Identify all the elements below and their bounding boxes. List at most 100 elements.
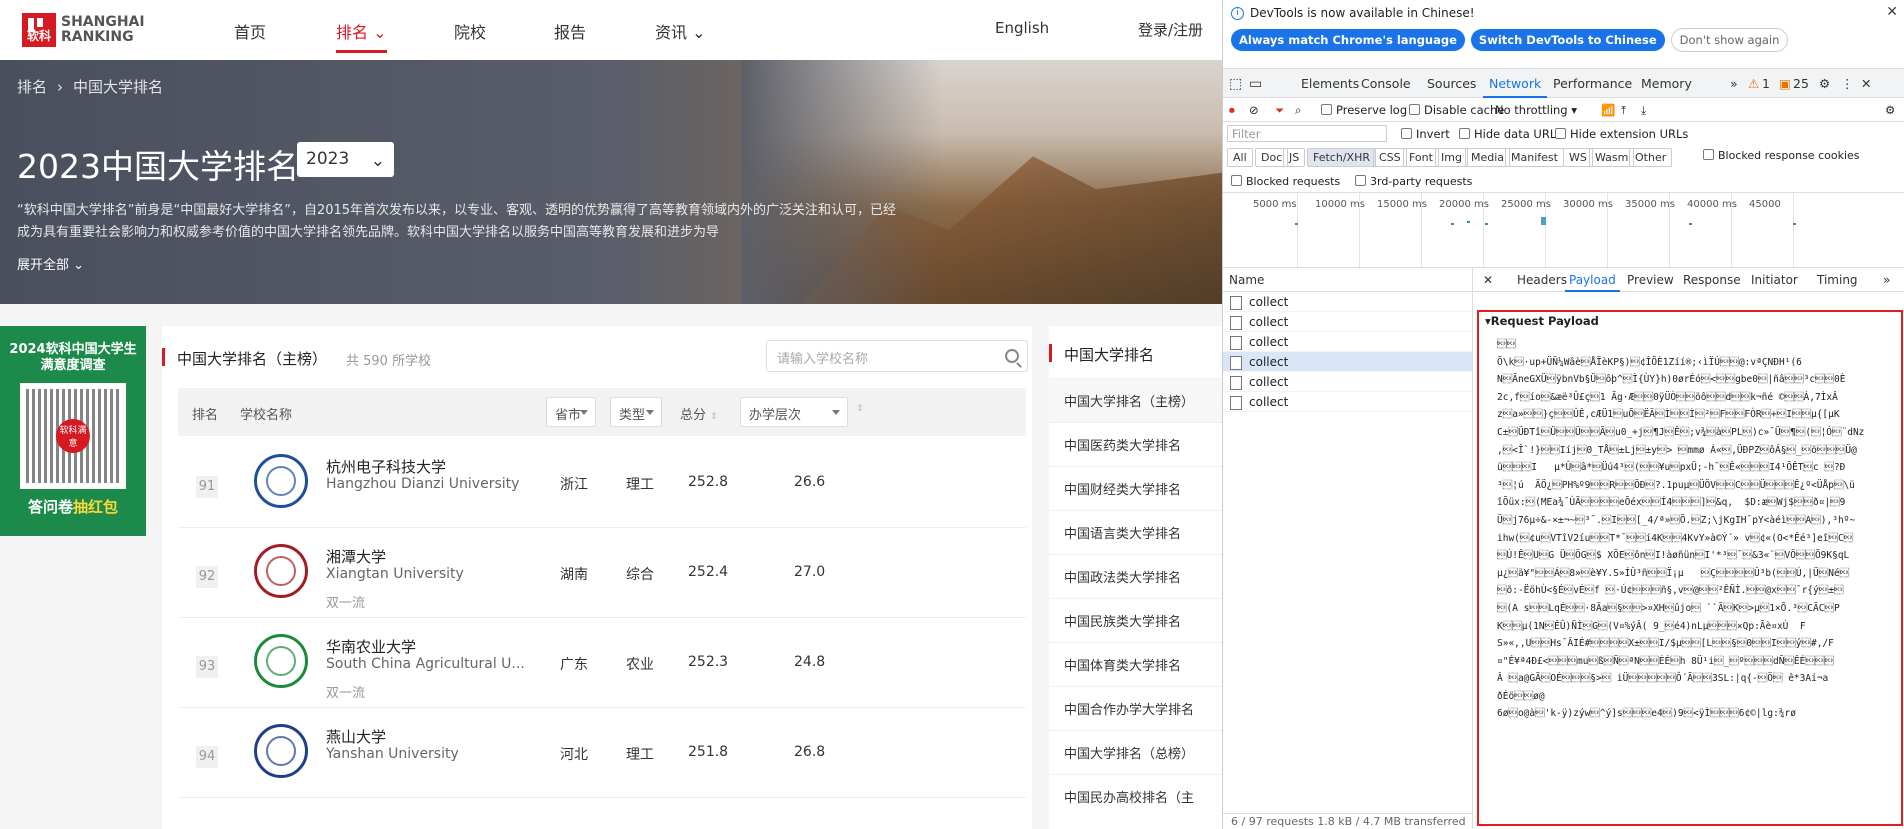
request-row[interactable]: collect bbox=[1223, 312, 1472, 332]
type-filter-all[interactable]: All bbox=[1227, 148, 1253, 167]
blocked-requests-checkbox[interactable]: Blocked requests bbox=[1231, 175, 1340, 188]
logo[interactable]: 软科 SHANGHAI RANKING bbox=[22, 13, 145, 47]
table-row[interactable]: 94 燕山大学 Yanshan University 河北 理工 251.8 26.8 bbox=[178, 708, 1026, 798]
detail-tab-response[interactable]: Response bbox=[1683, 273, 1741, 287]
request-row[interactable]: collect bbox=[1223, 392, 1472, 412]
dont-show-button[interactable]: Don't show again bbox=[1670, 28, 1789, 52]
sidebar-item[interactable]: 中国民族类大学排名 bbox=[1049, 598, 1222, 642]
language-link[interactable]: English bbox=[995, 19, 1049, 37]
sidebar-item[interactable]: 中国财经类大学排名 bbox=[1049, 466, 1222, 510]
close-detail-icon[interactable]: ✕ bbox=[1483, 273, 1493, 287]
type-filter-fetchxhr[interactable]: Fetch/XHR bbox=[1307, 148, 1376, 167]
table-row[interactable]: 91 杭州电子科技大学 Hangzhou Dianzi University 浙江 理工… bbox=[178, 438, 1026, 528]
detail-tab-timing[interactable]: Timing bbox=[1817, 273, 1858, 287]
university-name[interactable]: 湘潭大学 bbox=[326, 546, 386, 567]
sidebar-item[interactable]: 中国大学排名（总榜） bbox=[1049, 730, 1222, 774]
type-filter-js[interactable]: JS bbox=[1283, 148, 1306, 167]
blocked-cookies-checkbox[interactable]: Blocked response cookies bbox=[1703, 149, 1860, 162]
more-tabs-icon[interactable]: » bbox=[1730, 76, 1738, 91]
switch-chinese-button[interactable]: Switch DevTools to Chinese bbox=[1470, 29, 1665, 51]
garbled-payload[interactable]:  Õ\k·up+ÜÑ¼WâèÅÏèKP§)¢ÎÕÈ1Zíí®;‹ìÏÚ… bbox=[1497, 336, 1897, 824]
tab-elements[interactable]: Elements bbox=[1301, 76, 1359, 91]
tab-sources[interactable]: Sources bbox=[1427, 76, 1476, 91]
hide-data-urls-checkbox[interactable]: Hide data URLs bbox=[1459, 127, 1562, 141]
detail-tab-payload[interactable]: Payload bbox=[1565, 273, 1620, 292]
filter-input[interactable]: Filter bbox=[1227, 125, 1387, 142]
type-filter-font[interactable]: Font bbox=[1403, 148, 1439, 167]
request-payload-title[interactable]: ▾Request Payload bbox=[1485, 314, 1599, 328]
province-filter[interactable]: 省市 bbox=[546, 397, 596, 427]
breadcrumb-rankings[interactable]: 排名 bbox=[17, 78, 47, 96]
invert-checkbox[interactable]: Invert bbox=[1401, 127, 1450, 141]
tab-console[interactable]: Console bbox=[1361, 76, 1411, 91]
throttling-select[interactable]: No throttling ▾ bbox=[1495, 103, 1577, 117]
nav-reports[interactable]: 报告 bbox=[554, 19, 586, 43]
import-har-icon[interactable]: ⤒ bbox=[1621, 103, 1626, 118]
gear-icon[interactable]: ⚙ bbox=[1885, 103, 1895, 117]
request-row[interactable]: collect bbox=[1223, 352, 1472, 372]
level-filter[interactable]: 办学层次 bbox=[740, 397, 848, 427]
type-filter[interactable]: 类型 bbox=[610, 397, 662, 427]
table-row[interactable]: 92 湘潭大学 Xiangtan University 双一流 湖南 综合 252.4 27.… bbox=[178, 528, 1026, 618]
hide-extension-urls-checkbox[interactable]: Hide extension URLs bbox=[1555, 127, 1688, 141]
tab-memory[interactable]: Memory bbox=[1641, 76, 1692, 91]
type-filter-other[interactable]: Other bbox=[1629, 148, 1673, 167]
disable-cache-checkbox[interactable]: Disable cache bbox=[1409, 103, 1504, 117]
request-row[interactable]: collect bbox=[1223, 372, 1472, 392]
search-icon[interactable] bbox=[1005, 349, 1019, 363]
detail-tab-headers[interactable]: Headers bbox=[1517, 273, 1567, 287]
type-filter-img[interactable]: Img bbox=[1435, 148, 1468, 167]
network-conditions-icon[interactable]: 📶 bbox=[1601, 103, 1615, 117]
filter-icon[interactable]: ⏷ bbox=[1275, 103, 1284, 118]
type-filter-manifest[interactable]: Manifest bbox=[1505, 148, 1564, 167]
export-har-icon[interactable]: ⤓ bbox=[1641, 103, 1646, 118]
survey-ad[interactable]: 2024软科中国大学生 满意度调查 软科满意 答问卷抽红包 bbox=[0, 326, 146, 536]
university-name[interactable]: 燕山大学 bbox=[326, 726, 386, 747]
kebab-menu-icon[interactable]: ⋮ bbox=[1841, 76, 1854, 91]
sidebar-item[interactable]: 中国民办高校排名（主 bbox=[1049, 774, 1222, 818]
nav-news[interactable]: 资讯 ⌄ bbox=[655, 19, 706, 43]
year-select[interactable]: 2023 ⌄ bbox=[297, 142, 394, 177]
sidebar-item[interactable]: 中国语言类大学排名 bbox=[1049, 510, 1222, 554]
preserve-log-checkbox[interactable]: Preserve log bbox=[1321, 103, 1407, 117]
name-column-header[interactable]: Name bbox=[1223, 268, 1472, 292]
nav-home[interactable]: 首页 bbox=[234, 19, 266, 43]
issues-icon[interactable]: ▣ bbox=[1779, 76, 1791, 91]
type-filter-css[interactable]: CSS bbox=[1373, 148, 1407, 167]
university-name[interactable]: 杭州电子科技大学 bbox=[326, 456, 446, 477]
type-filter-media[interactable]: Media bbox=[1465, 148, 1511, 167]
col-score[interactable]: 总分 ⇕ bbox=[680, 404, 718, 423]
table-row[interactable]: 93 华南农业大学 South China Agricultural U... 双一流… bbox=[178, 618, 1026, 708]
request-row[interactable]: collect bbox=[1223, 332, 1472, 352]
sidebar-item[interactable]: 中国体育类大学排名 bbox=[1049, 642, 1222, 686]
third-party-checkbox[interactable]: 3rd-party requests bbox=[1355, 175, 1472, 188]
warning-icon[interactable]: ⚠ bbox=[1748, 76, 1759, 91]
tab-performance[interactable]: Performance bbox=[1553, 76, 1632, 91]
type-filter-wasm[interactable]: Wasm bbox=[1589, 148, 1635, 167]
nav-rankings[interactable]: 排名 ⌄ bbox=[336, 19, 387, 53]
device-toolbar-icon[interactable]: ▭ bbox=[1249, 76, 1262, 92]
inspect-icon[interactable]: ⬚ bbox=[1229, 76, 1242, 92]
nav-universities[interactable]: 院校 bbox=[454, 19, 486, 43]
expand-all-link[interactable]: 展开全部 ⌄ bbox=[17, 254, 84, 273]
detail-tab-initiator[interactable]: Initiator bbox=[1751, 273, 1798, 287]
gear-icon[interactable]: ⚙ bbox=[1819, 76, 1830, 91]
tab-network[interactable]: Network bbox=[1482, 76, 1548, 98]
sidebar-item[interactable]: 中国政法类大学排名 bbox=[1049, 554, 1222, 598]
detail-tab-preview[interactable]: Preview bbox=[1627, 273, 1674, 287]
close-icon[interactable]: ✕ bbox=[1861, 76, 1871, 91]
sort-icon[interactable]: ⇕ bbox=[856, 404, 864, 414]
login-link[interactable]: 登录/注册 bbox=[1138, 19, 1203, 40]
request-row[interactable]: collect bbox=[1223, 292, 1472, 312]
clear-icon[interactable]: ⊘ bbox=[1249, 103, 1259, 117]
record-icon[interactable]: ⏺ bbox=[1229, 103, 1235, 118]
sidebar-item[interactable]: 中国大学排名（主榜） bbox=[1049, 378, 1222, 422]
sidebar-item[interactable]: 中国医药类大学排名 bbox=[1049, 422, 1222, 466]
close-icon[interactable]: ✕ bbox=[1886, 4, 1898, 20]
match-language-button[interactable]: Always match Chrome's language bbox=[1231, 29, 1465, 51]
network-timeline[interactable]: 5000 ms 10000 ms 15000 ms 20000 ms 25000 ms 3… bbox=[1223, 192, 1904, 269]
school-search-input[interactable]: 请输入学校名称 bbox=[766, 340, 1028, 372]
more-tabs-icon[interactable]: » bbox=[1883, 273, 1890, 287]
sidebar-item[interactable]: 中国合作办学大学排名 bbox=[1049, 686, 1222, 730]
university-name[interactable]: 华南农业大学 bbox=[326, 636, 416, 657]
